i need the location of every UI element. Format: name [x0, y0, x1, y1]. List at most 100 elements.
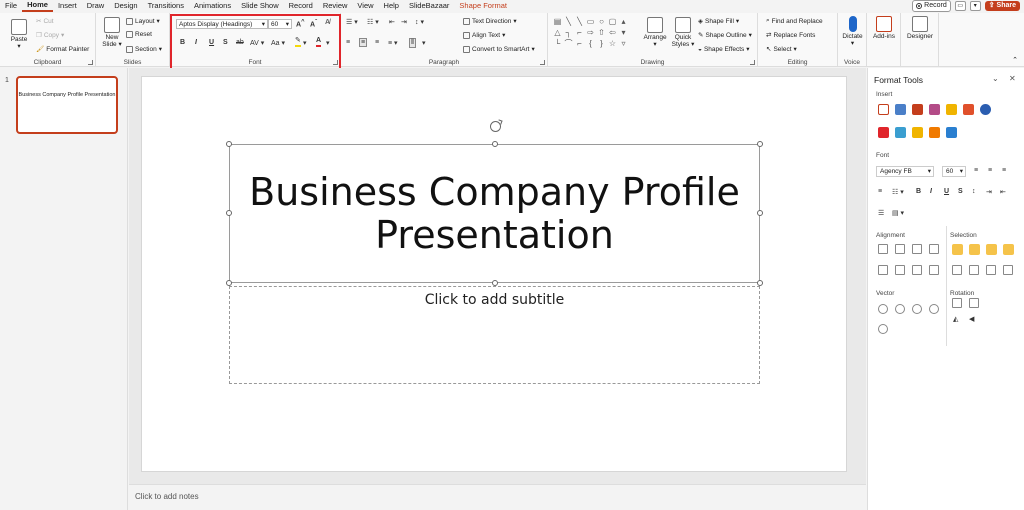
select-same-type-icon[interactable]: [1003, 244, 1014, 255]
record-button[interactable]: Record: [912, 0, 951, 12]
connector-shape-icon[interactable]: ⌐: [574, 27, 585, 38]
resize-handle[interactable]: [757, 141, 763, 147]
rotate-left-icon[interactable]: [952, 298, 962, 308]
add-ins-button[interactable]: Add-ins: [871, 16, 897, 40]
pane-font-size-dropdown[interactable]: 60 ▾: [942, 166, 966, 177]
rounded-rect-shape-icon[interactable]: ▢: [607, 16, 618, 27]
font-color-dropdown-icon[interactable]: ▾: [326, 39, 330, 47]
flip-horizontal-icon[interactable]: ◀: [969, 315, 974, 323]
star-shape-icon[interactable]: ☆: [607, 38, 618, 49]
font-launcher-icon[interactable]: [333, 60, 338, 65]
replace-fonts-button[interactable]: ⇄ Replace Fonts: [766, 31, 815, 40]
pane-list-icon[interactable]: ☷ ▾: [892, 188, 904, 196]
underline-button[interactable]: U: [209, 39, 214, 46]
grid-insert-icon[interactable]: [963, 104, 974, 115]
collapse-ribbon-icon[interactable]: ⌃: [1012, 56, 1018, 64]
align-centers-icon[interactable]: [895, 244, 905, 254]
line-shape-icon[interactable]: ╲: [574, 16, 585, 27]
font-color-icon[interactable]: A: [316, 37, 322, 47]
quick-styles-button[interactable]: Quick Styles ▾: [670, 17, 696, 48]
comments-icon[interactable]: ▭: [954, 1, 966, 11]
tab-view[interactable]: View: [352, 0, 378, 12]
cut-button[interactable]: ✂ Cut: [36, 17, 54, 26]
line-shape-icon[interactable]: ╲: [563, 16, 574, 27]
text-direction-button[interactable]: Text Direction ▾: [463, 17, 517, 25]
shape-fill-button[interactable]: ◈ Shape Fill ▾: [698, 17, 739, 26]
distribute-icon[interactable]: [929, 244, 939, 254]
tab-slide-show[interactable]: Slide Show: [236, 0, 284, 12]
chart-insert-icon[interactable]: [946, 127, 957, 138]
close-icon[interactable]: ✕: [1009, 74, 1016, 83]
layout-button[interactable]: Layout ▾: [126, 17, 160, 25]
resize-handle[interactable]: [226, 141, 232, 147]
format-painter-button[interactable]: 🖌 Format Painter: [36, 45, 89, 54]
align-text-button[interactable]: Align Text ▾: [463, 31, 505, 39]
pane-bold-button[interactable]: B: [916, 188, 921, 195]
change-case-button[interactable]: Aa ▾: [271, 39, 285, 47]
pane-bullets-icon[interactable]: ☰: [878, 209, 884, 217]
select-button[interactable]: ↖ Select ▾: [766, 45, 797, 54]
arc-shape-icon[interactable]: ⌒: [563, 38, 574, 49]
tab-help[interactable]: Help: [379, 0, 404, 12]
resize-handle[interactable]: [757, 210, 763, 216]
select-same-fill-icon[interactable]: [952, 244, 963, 255]
text-shadow-icon[interactable]: ab: [236, 39, 244, 46]
scroll-up-icon[interactable]: ▴: [618, 16, 629, 27]
tab-design[interactable]: Design: [109, 0, 142, 12]
dictate-button[interactable]: Dictate ▾: [840, 16, 865, 47]
slide[interactable]: Business Company Profile Presentation Cli…: [141, 76, 847, 472]
tab-file[interactable]: File: [0, 0, 22, 12]
merge-union-icon[interactable]: [878, 304, 888, 314]
distribute-vertical-icon[interactable]: [929, 265, 939, 275]
connector-shape-icon[interactable]: ⌐: [574, 38, 585, 49]
merge-subtract-icon[interactable]: [878, 324, 888, 334]
notes-pane[interactable]: Click to add notes: [129, 484, 866, 510]
align-bottom-icon[interactable]: [895, 265, 905, 275]
pane-justify-icon[interactable]: ≡: [878, 188, 882, 195]
ungroup-shapes-icon[interactable]: [969, 265, 979, 275]
select-same-outline-icon[interactable]: [969, 244, 980, 255]
pane-strikethrough-button[interactable]: S: [958, 188, 963, 195]
rotate-handle-icon[interactable]: [490, 121, 501, 132]
align-right-edges-icon[interactable]: [912, 244, 922, 254]
brace-right-shape-icon[interactable]: }: [596, 38, 607, 49]
resize-handle[interactable]: [492, 141, 498, 147]
columns-icon[interactable]: ⫴: [409, 38, 416, 48]
align-left-edges-icon[interactable]: [878, 244, 888, 254]
align-top-icon[interactable]: [878, 265, 888, 275]
tab-insert[interactable]: Insert: [53, 0, 82, 12]
highlight-pen-icon[interactable]: ✎: [295, 37, 301, 47]
title-placeholder[interactable]: Business Company Profile Presentation: [229, 144, 760, 283]
connector-shape-icon[interactable]: ┐: [563, 27, 574, 38]
arrange-button[interactable]: Arrange ▾: [642, 17, 668, 48]
new-slide-button[interactable]: New Slide ▾: [100, 17, 124, 48]
highlight-dropdown-icon[interactable]: ▾: [303, 39, 307, 47]
rotate-right-icon[interactable]: [969, 298, 979, 308]
bullets-icon[interactable]: ☰ ▾: [346, 18, 358, 26]
subtitle-placeholder[interactable]: Click to add subtitle: [229, 286, 760, 384]
chevron-down-icon[interactable]: ⌄: [992, 74, 999, 83]
shapes-gallery[interactable]: ▤ ╲ ╲ ▭ ○ ▢ ▴ △ ┐ ⌐ ⇨ ⇧ ⇦ ▾ └ ⌒ ⌐{} ☆ ▿: [552, 16, 632, 49]
pane-italic-button[interactable]: I: [930, 188, 932, 195]
font-size-dropdown[interactable]: 60 ▾: [268, 19, 292, 29]
connector-shape-icon[interactable]: └: [552, 38, 563, 49]
pane-align-right-icon[interactable]: ≡: [1002, 167, 1006, 174]
pane-indent-icon[interactable]: ⇥: [986, 188, 992, 196]
arrow-left-shape-icon[interactable]: ⇦: [607, 27, 618, 38]
reset-button[interactable]: Reset: [126, 31, 152, 38]
pane-align-left-icon[interactable]: ≡: [974, 167, 978, 174]
tab-home[interactable]: Home: [22, 0, 53, 12]
building-insert-icon[interactable]: [946, 104, 957, 115]
section-button[interactable]: Section ▾: [126, 45, 162, 53]
scroll-down-icon[interactable]: ▾: [618, 27, 629, 38]
align-left-icon[interactable]: ≡: [346, 39, 350, 46]
bold-button[interactable]: B: [180, 39, 185, 46]
convert-smartart-button[interactable]: Convert to SmartArt ▾: [463, 45, 535, 53]
shape-outline-button[interactable]: ✎ Shape Outline ▾: [698, 31, 752, 40]
italic-button[interactable]: I: [195, 39, 197, 46]
tab-record[interactable]: Record: [284, 0, 318, 12]
list-insert-icon[interactable]: [929, 127, 940, 138]
arrow-up-shape-icon[interactable]: ⇧: [596, 27, 607, 38]
paragraph-launcher-icon[interactable]: [540, 60, 545, 65]
tab-animations[interactable]: Animations: [189, 0, 236, 12]
